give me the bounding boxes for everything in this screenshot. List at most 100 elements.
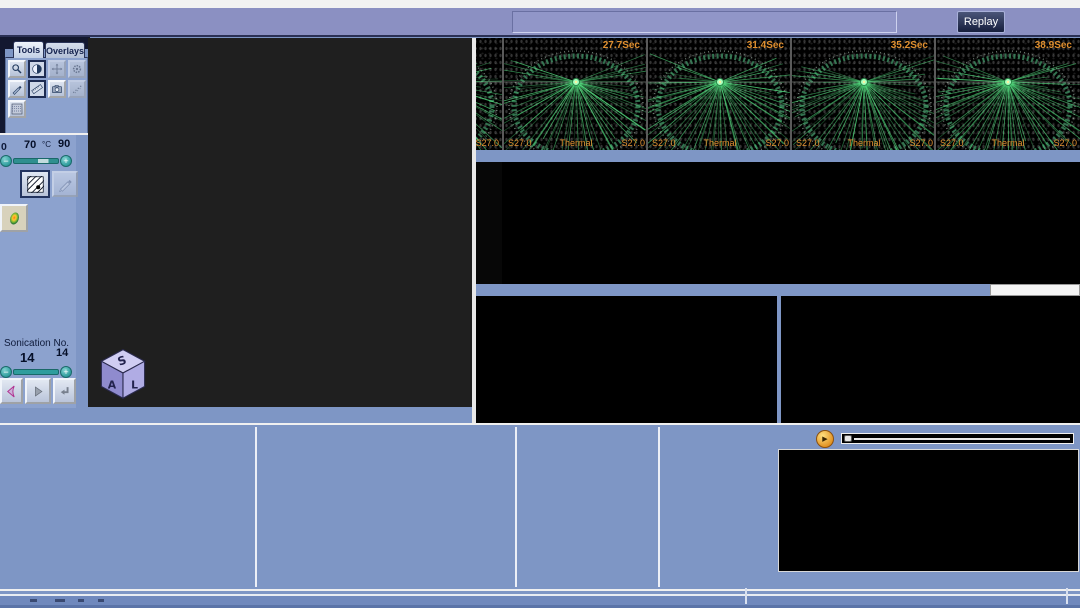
replay-progress-slider[interactable] (841, 433, 1074, 444)
power-section (256, 425, 515, 589)
thermal-image-row: S27.0ThermalS27.027.7SecS27.0ThermalS27.… (476, 38, 1080, 150)
previous-icon (4, 384, 19, 399)
slider-thumb[interactable] (844, 435, 852, 442)
thermal-render (792, 38, 934, 150)
3d-viewport[interactable]: S A L (88, 38, 472, 407)
draw-roi-button[interactable] (52, 171, 78, 197)
orientation-cube-graphic: S A L (96, 346, 150, 404)
mri-image (476, 162, 502, 284)
next-icon (31, 384, 46, 399)
settings-tool-icon (71, 63, 83, 75)
sonication-plus-button[interactable]: + (60, 366, 72, 378)
sonication-no-max: 14 (56, 347, 68, 359)
tab-tools[interactable]: Tools (13, 41, 44, 58)
temp-scale-max: 90 (58, 138, 70, 150)
temp-scale-minus-button[interactable]: − (0, 155, 12, 167)
snapshot-tool-icon (51, 83, 63, 95)
thermal-slice-label: S27.0 (508, 138, 532, 148)
temp-scale-slider[interactable] (13, 158, 59, 164)
thermal-image: 27.7Sec S27.0 Thermal S27.0 (504, 38, 646, 150)
spot-section (0, 425, 256, 589)
temp-scale-plus-button[interactable]: + (60, 155, 72, 167)
bottom-parameter-panel: ▶ (0, 423, 1080, 591)
measure-tool-icon (31, 83, 43, 95)
temperature-chart (476, 296, 777, 423)
contrast-tool-icon (31, 63, 43, 75)
thermal-image-tile[interactable]: 27.7Sec S27.0 Thermal S27.0 (502, 38, 646, 150)
scrollbar-stub (990, 284, 1080, 296)
orientation-section (520, 425, 660, 589)
thermal-image: 35.2SecS27.0ThermalS27.0 (792, 38, 934, 150)
thermal-image-tile[interactable]: S27.0ThermalS27.0 (476, 38, 502, 150)
thermal-image-tile[interactable]: 35.2SecS27.0ThermalS27.0 (790, 38, 934, 150)
thermal-map-button[interactable] (0, 204, 28, 232)
section-divider (515, 427, 517, 587)
sonications-section (660, 425, 790, 589)
thermal-type-label: Thermal (847, 138, 880, 148)
mrgfus-replay-screen: Replay Tools Overlays 0 70 °C 90 − + Son… (0, 0, 1080, 608)
thermal-render (648, 38, 790, 150)
thermal-slice-label: S27.0 (765, 138, 789, 148)
sonication-no-value: 14 (20, 350, 34, 365)
settings-tool-button (68, 60, 86, 78)
window-top-strip (0, 0, 1080, 8)
thermal-map-icon (6, 210, 23, 227)
dose-pattern-button[interactable] (20, 170, 50, 198)
pan-tool-button (48, 60, 66, 78)
return-icon (57, 384, 72, 399)
snapshot-tool-button[interactable] (48, 80, 66, 98)
draw-tool-button[interactable] (8, 80, 26, 98)
temp-scale-unit: °C (42, 140, 51, 149)
strip-tick (1066, 588, 1068, 604)
thermal-slice-label: S27.0 (476, 138, 499, 148)
thermal-image: 38.9SecS27.0ThermalS27.0 (936, 38, 1080, 150)
zoom-tool-icon (11, 63, 23, 75)
tools-panel (5, 57, 88, 134)
replay-play-button[interactable]: ▶ (816, 430, 834, 448)
thermal-slice-label: S27.0 (1053, 138, 1077, 148)
thermal-image: S27.0ThermalS27.0 (476, 38, 502, 150)
cube-face-right: L (131, 378, 138, 391)
scatter-tool-button (68, 80, 86, 98)
sonication-slider[interactable] (13, 369, 59, 375)
thermal-image-tile[interactable]: 38.9SecS27.0ThermalS27.0 (934, 38, 1080, 150)
acoustic-spectrum-chart (781, 296, 1080, 423)
orientation-cube[interactable]: S A L (96, 346, 150, 404)
contrast-tool-button[interactable] (28, 60, 46, 78)
thermal-slice-label: S27.0 (652, 138, 676, 148)
strip-mark (98, 599, 104, 602)
strip-mark (55, 599, 65, 602)
replay-button[interactable]: Replay (957, 11, 1005, 33)
hatch-pattern-icon (27, 176, 44, 193)
left-control-panel: 0 70 °C 90 − + Sonication No. 14 14 − + (0, 135, 76, 408)
thermal-time-label: 27.7Sec (603, 40, 640, 51)
texture-tool-button[interactable] (8, 100, 26, 118)
strip-band (0, 596, 1080, 605)
sonication-minus-button[interactable]: − (0, 366, 12, 378)
tool-grid (8, 60, 87, 130)
cube-face-left: A (108, 378, 117, 391)
thermal-type-label: Thermal (559, 138, 592, 148)
measure-tool-button[interactable] (28, 80, 46, 98)
thermal-slice-label: S27.0 (796, 138, 820, 148)
strip-tick (745, 588, 747, 604)
zoom-tool-button[interactable] (8, 60, 26, 78)
status-field (512, 11, 897, 33)
thermal-slice-label: S27.0 (940, 138, 964, 148)
thermal-image-tile[interactable]: 31.4SecS27.0ThermalS27.0 (646, 38, 790, 150)
mri-image-tile[interactable] (476, 162, 502, 284)
return-button[interactable] (53, 378, 76, 404)
previous-sonication-button[interactable] (0, 378, 23, 404)
top-bar: Replay (0, 8, 1080, 37)
play-icon: ▶ (822, 435, 827, 443)
tab-overlays[interactable]: Overlays (45, 42, 85, 58)
scatter-tool-icon (71, 83, 83, 95)
pan-tool-icon (51, 63, 63, 75)
next-sonication-button[interactable] (25, 378, 51, 404)
strip-mark (78, 599, 84, 602)
bottom-strip (0, 591, 1080, 608)
thermal-type-label: Thermal (991, 138, 1024, 148)
draw-tool-icon (11, 83, 23, 95)
thermal-render (504, 38, 646, 150)
thermal-slice-label: S27.0 (621, 138, 645, 148)
